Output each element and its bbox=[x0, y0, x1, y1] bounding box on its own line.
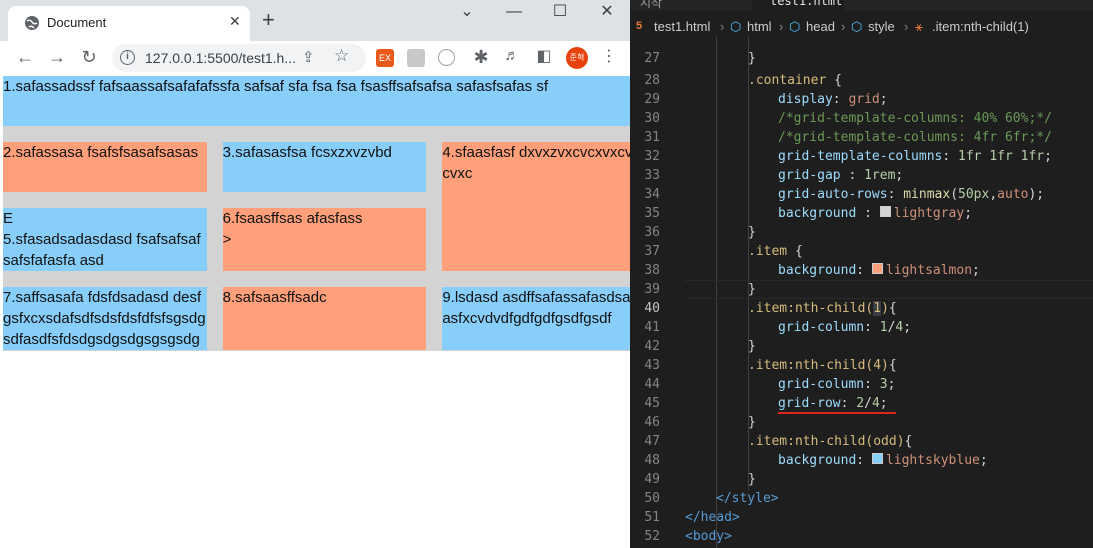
code-line: 47 .item:nth-child(odd){ bbox=[644, 434, 913, 449]
address-toolbar: ← → ↻ i 127.0.0.1:5500/test1.h... ⇪ ☆ EX… bbox=[0, 41, 630, 77]
side-panel-icon[interactable]: ◧ bbox=[533, 46, 555, 66]
code-line: 34 grid-auto-rows: minmax(50px,auto); bbox=[644, 187, 1045, 202]
code-line: 41 grid-column: 1/4; bbox=[644, 320, 912, 335]
code-line: 32 grid-template-columns: 1fr 1fr 1fr; bbox=[644, 149, 1052, 164]
tab-search-icon[interactable]: ⌄ bbox=[444, 2, 490, 22]
site-info-icon[interactable]: i bbox=[120, 50, 135, 65]
code-line: 36} bbox=[644, 225, 756, 240]
code-editor: 시작 test1.html 5 test1.html › ⬡ html › ⬡ … bbox=[630, 0, 1093, 548]
browser-window: Document ✕ + ⌄ — ☐ ✕ ← → ↻ i 127.0.0.1:5… bbox=[0, 0, 630, 548]
grid-item-6: 6.fsaasffsas afasfass > bbox=[222, 208, 427, 271]
extension-icon-ex[interactable]: EX bbox=[376, 49, 394, 67]
code-line: 38 background: lightsalmon; bbox=[644, 263, 980, 278]
minimize-button[interactable]: — bbox=[491, 2, 537, 22]
code-line: 46} bbox=[644, 415, 756, 430]
code-line: 39} bbox=[644, 282, 756, 297]
code-line: 44 grid-column: 3; bbox=[644, 377, 896, 392]
globe-icon bbox=[25, 16, 39, 30]
code-line: 33 grid-gap : 1rem; bbox=[644, 168, 904, 183]
maximize-button[interactable]: ☐ bbox=[537, 2, 583, 22]
extension-icon-2[interactable] bbox=[407, 49, 425, 67]
code-line: 52 <body> bbox=[644, 529, 732, 544]
window-close-button[interactable]: ✕ bbox=[584, 2, 630, 22]
code-line: 48 background: lightskyblue; bbox=[644, 453, 988, 468]
new-tab-button[interactable]: + bbox=[262, 9, 275, 31]
grid-item-7: 7.saffsasafa fdsfdsadasd desfgsfxcxsdafs… bbox=[3, 287, 207, 350]
code-line: 35 background : lightgray; bbox=[644, 206, 973, 221]
code-line: 30/*grid-template-columns: 40% 60%;*/ bbox=[644, 111, 1052, 126]
code-line: 31/*grid-template-columns: 4fr 6fr;*/ bbox=[644, 130, 1052, 145]
forward-button[interactable]: → bbox=[46, 47, 68, 68]
extension-icon-3[interactable] bbox=[438, 49, 455, 66]
code-line: 45 grid-row: 2/4; bbox=[644, 396, 888, 411]
url-text: 127.0.0.1:5500/test1.h... bbox=[145, 50, 297, 66]
close-tab-icon[interactable]: ✕ bbox=[229, 13, 241, 30]
editor-tabs: 시작 test1.html bbox=[630, 0, 1093, 10]
code-line-current: 40 .item:nth-child(1){ bbox=[644, 301, 897, 316]
code-line: 27} bbox=[644, 51, 756, 66]
code-line: 28 .container { bbox=[644, 73, 842, 88]
profile-avatar[interactable]: 준혁 bbox=[566, 47, 588, 69]
grid-item-8: 8.safsaasffsadc bbox=[222, 287, 427, 350]
bookmark-star-icon[interactable]: ☆ bbox=[334, 46, 349, 66]
browser-menu-icon[interactable]: ⋮ bbox=[601, 46, 617, 66]
tab-document[interactable]: Document ✕ bbox=[8, 6, 250, 41]
grid-item-2: 2.safassasa fsafsfsasafsasas bbox=[3, 142, 207, 192]
code-area[interactable]: 27} 28 .container { 29 display: grid; 30/*… bbox=[630, 36, 1093, 548]
back-button[interactable]: ← bbox=[14, 47, 36, 68]
media-control-icon[interactable]: ♬ bbox=[501, 47, 523, 64]
code-line: 53<div class='container'> bbox=[630, 527, 1093, 546]
grid-item-5: E 5.sfasadsadasdasd fsafsafsafsafsfafasf… bbox=[3, 208, 207, 271]
code-line: 51 </head> bbox=[644, 510, 740, 525]
error-underline bbox=[778, 412, 896, 414]
grid-item-3: 3.safasasfsa fcsxzxvzvbd bbox=[222, 142, 427, 192]
code-line: 49} bbox=[644, 472, 756, 487]
grid-container: 1.safassadssf fafsaassafsafafafssfa safs… bbox=[3, 76, 630, 351]
grid-item-1: 1.safassadssf fafsaassafsafafafssfa safs… bbox=[3, 76, 630, 126]
tab-active-label: test1.html bbox=[770, 0, 843, 8]
code-line: 42} bbox=[644, 339, 756, 354]
grid-item-4: 4.sfaasfasf dxvxzvxcvcxvxcvxcvxc bbox=[442, 142, 630, 271]
share-icon[interactable]: ⇪ bbox=[302, 48, 315, 66]
code-line: 43 .item:nth-child(4){ bbox=[644, 358, 897, 373]
code-line: 50 </style> bbox=[644, 491, 779, 506]
code-line: 37 .item { bbox=[644, 244, 803, 259]
grid-item-9: 9.lsdasd asdffsafassafasdsadasfxcvdvdfgd… bbox=[442, 287, 630, 350]
address-bar[interactable]: i 127.0.0.1:5500/test1.h... ⇪ ☆ bbox=[112, 44, 366, 72]
page-viewport: 1.safassadssf fafsaassafsafafafssfa safs… bbox=[0, 76, 630, 548]
extensions-puzzle-icon[interactable]: ✱ bbox=[470, 47, 492, 68]
code-line: 29 display: grid; bbox=[644, 92, 888, 107]
reload-button[interactable]: ↻ bbox=[78, 47, 100, 68]
tab-title: Document bbox=[47, 15, 107, 30]
tab-bar: Document ✕ + ⌄ — ☐ ✕ bbox=[0, 0, 630, 41]
